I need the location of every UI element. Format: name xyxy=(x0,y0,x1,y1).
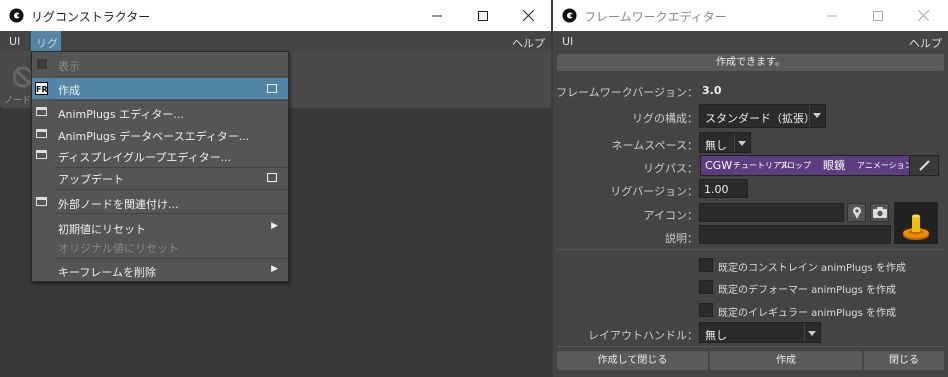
namespace-label: ネームスペース： xyxy=(611,139,698,152)
deformer-animplugs-label: 既定のデフォーマー animPlugs を作成 xyxy=(718,285,897,296)
menu-item-reset-initial[interactable]: 初期値にリセット ▶ xyxy=(32,217,288,238)
menu-rig[interactable]: リグ xyxy=(31,31,61,51)
app-logo-icon xyxy=(562,8,577,23)
menu-item-animplugs-editor[interactable]: AnimPlugs エディター... xyxy=(32,102,288,123)
rigpath-field[interactable]: CGW チュートリアル プロップ 眼鏡 アニメーション xyxy=(700,155,939,176)
window-icon xyxy=(36,107,47,116)
rig-config-label: リグの構成： xyxy=(632,112,698,125)
rigpath-segment[interactable]: アニメーション xyxy=(857,156,913,175)
maximize-button[interactable] xyxy=(855,0,901,31)
disabled-icon xyxy=(13,66,33,88)
menu-bar: UI ヘルプ xyxy=(553,31,948,51)
irregular-animplugs-checkbox[interactable] xyxy=(699,303,713,317)
menu-item-display-group-editor[interactable]: ディスプレイグループエディター... xyxy=(32,145,288,166)
maximize-button[interactable] xyxy=(460,0,506,31)
framework-version-label: フレームワークバージョン： xyxy=(556,86,698,99)
divider xyxy=(557,249,944,250)
menu-item-update[interactable]: アップデート xyxy=(32,167,288,188)
rigpath-segment[interactable]: プロップ xyxy=(779,156,811,175)
deformer-animplugs-checkbox[interactable] xyxy=(699,280,713,294)
app-logo-icon xyxy=(9,8,24,23)
constrain-animplugs-checkbox[interactable] xyxy=(699,258,713,272)
close-dialog-button[interactable]: 閉じる xyxy=(864,351,944,370)
chevron-down-icon xyxy=(809,105,825,127)
minimize-button[interactable] xyxy=(414,0,460,31)
submenu-arrow-icon: ▶ xyxy=(271,264,278,274)
constrain-animplugs-label: 既定のコンストレイン animPlugs を作成 xyxy=(718,263,906,274)
nodes-label: ノード xyxy=(4,96,32,106)
layout-handle-label: レイアウトハンドル： xyxy=(588,329,698,342)
rigpath-label: リグパス： xyxy=(643,162,698,175)
icon-label: アイコン： xyxy=(643,209,698,222)
description-input[interactable] xyxy=(699,225,891,244)
menu-item-link-external-nodes[interactable]: 外部ノードを関連付け... xyxy=(32,192,288,213)
rigpath-segment[interactable]: CGW xyxy=(705,156,732,175)
rig-config-select[interactable]: スタンダード（拡張） xyxy=(699,104,826,128)
menu-bar: UI リグ ヘルプ xyxy=(0,31,551,51)
close-button[interactable] xyxy=(505,0,551,31)
icon-path-input[interactable] xyxy=(699,203,844,222)
menu-ui[interactable]: UI xyxy=(9,35,20,48)
rig-menu-dropdown: 表示 FR 作成 AnimPlugs エディター... AnimPlugs デー… xyxy=(31,51,289,282)
window-title: リグコンストラクター xyxy=(31,10,151,24)
rig-icon-preview xyxy=(894,202,938,244)
option-box-icon[interactable] xyxy=(267,84,277,93)
menu-item-show: 表示 xyxy=(32,54,288,75)
menu-item-delete-keyframes[interactable]: キーフレームを削除 ▶ xyxy=(32,260,288,281)
pencil-icon xyxy=(919,160,930,171)
chevron-down-icon xyxy=(734,133,750,152)
framework-version-value: 3.0 xyxy=(702,84,722,97)
layout-handle-select[interactable]: 無し xyxy=(699,322,821,343)
namespace-select[interactable]: 無し xyxy=(699,132,751,153)
edit-path-button[interactable] xyxy=(909,156,938,175)
menu-help[interactable]: ヘルプ xyxy=(909,35,942,51)
window-icon xyxy=(36,129,47,138)
submenu-arrow-icon: ▶ xyxy=(271,221,278,231)
chevron-down-icon xyxy=(804,323,820,342)
menu-item-reset-original: オリジナル値にリセット xyxy=(58,242,179,255)
menu-help[interactable]: ヘルプ xyxy=(512,35,545,51)
title-bar[interactable]: リグコンストラクター xyxy=(0,0,551,31)
menu-item-animplugs-db-editor[interactable]: AnimPlugs データベースエディター... xyxy=(32,124,288,145)
title-bar[interactable]: フレームワークエディター xyxy=(553,0,948,31)
close-button[interactable] xyxy=(900,0,946,31)
window-icon xyxy=(36,197,47,206)
option-box-icon[interactable] xyxy=(267,173,277,182)
menu-ui[interactable]: UI xyxy=(562,35,573,48)
create-and-close-button[interactable]: 作成して閉じる xyxy=(557,351,708,370)
pick-icon-button[interactable] xyxy=(847,203,866,222)
fr-icon: FR xyxy=(35,82,48,95)
rigpath-segment[interactable]: 眼鏡 xyxy=(823,156,845,175)
framework-editor-window: フレームワークエディター UI ヘルプ 作成できます。 フレームワークバージョン… xyxy=(553,0,948,377)
window-title: フレームワークエディター xyxy=(584,10,727,24)
rig-version-label: リグバージョン： xyxy=(610,185,698,198)
status-bar: 作成できます。 xyxy=(557,54,944,71)
create-button[interactable]: 作成 xyxy=(710,351,862,370)
divider xyxy=(557,346,944,347)
description-label: 説明： xyxy=(665,232,698,245)
rig-constructor-window: リグコンストラクター UI リグ ヘルプ ノード 表示 FR 作成 AnimPl… xyxy=(0,0,551,377)
minimize-button[interactable] xyxy=(809,0,855,31)
checkbox-icon xyxy=(37,59,47,69)
rig-version-input[interactable]: 1.00 xyxy=(699,179,748,198)
pin-icon xyxy=(853,207,861,219)
menu-item-create[interactable]: FR 作成 xyxy=(32,78,288,99)
rig-thumbnail-icon xyxy=(903,214,929,240)
camera-icon xyxy=(873,207,887,218)
window-icon xyxy=(36,150,47,159)
snapshot-button[interactable] xyxy=(870,203,889,222)
irregular-animplugs-label: 既定のイレギュラー animPlugs を作成 xyxy=(718,308,897,319)
